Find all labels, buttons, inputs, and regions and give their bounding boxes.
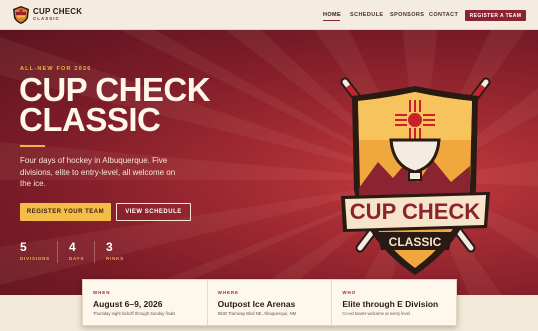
stat-number: 4: [69, 240, 76, 254]
brand-name: CUP CHECK: [33, 7, 83, 16]
info-value: Outpost Ice Arenas: [217, 299, 296, 309]
stat-divider: [57, 241, 58, 263]
event-info-card: WHEN August 6–9, 2026 Thursday night kic…: [82, 279, 457, 326]
brand-sub: CLASSIC: [33, 16, 60, 21]
hero-title: CUP CHECK CLASSIC: [19, 73, 219, 138]
info-where: WHERE Outpost Ice Arenas 9530 Tramway Bl…: [208, 280, 333, 325]
view-schedule-button[interactable]: VIEW SCHEDULE: [116, 203, 191, 221]
info-sub: Thursday night kickoff through Sunday fi…: [93, 311, 176, 316]
info-value: August 6–9, 2026: [93, 299, 163, 309]
logo-icon[interactable]: [11, 5, 31, 25]
stat-label: DAYS: [69, 256, 85, 261]
hero-title-line2: CLASSIC: [19, 101, 161, 138]
tournament-crest-logo: CUP CHECK CLASSIC: [340, 77, 491, 275]
crest-line1: CUP CHECK: [350, 199, 481, 224]
crest-line2: CLASSIC: [389, 235, 442, 249]
info-sub: Co-ed teams welcome at every level: [342, 311, 410, 316]
nav-contact[interactable]: CONTACT: [429, 12, 458, 18]
stat-divider: [94, 241, 95, 263]
hero: ALL-NEW FOR 2026 CUP CHECK CLASSIC Four …: [0, 30, 538, 295]
brand-wordmark[interactable]: CUP CHECK CLASSIC: [33, 8, 82, 22]
info-who: WHO Elite through E Division Co-ed teams…: [332, 280, 456, 325]
stat-number: 5: [20, 240, 27, 254]
nav-sponsors[interactable]: SPONSORS: [390, 12, 424, 18]
info-key: WHEN: [93, 290, 111, 295]
page: CUP CHECK CLASSIC HOME SCHEDULE SPONSORS…: [0, 0, 538, 331]
hero-description: Four days of hockey in Albuquerque. Five…: [20, 156, 176, 188]
nav-active-underline: [323, 20, 340, 21]
info-value: Elite through E Division: [342, 299, 439, 309]
stat-number: 3: [106, 240, 113, 254]
stat-divisions: 5 DIVISIONS: [20, 241, 50, 261]
site-header: CUP CHECK CLASSIC HOME SCHEDULE SPONSORS…: [0, 0, 538, 30]
hero-accent-rule: [20, 145, 45, 147]
stat-label: DIVISIONS: [20, 256, 50, 261]
info-sub: 9530 Tramway Blvd NE, Albuquerque, NM: [217, 311, 297, 316]
stat-days: 4 DAYS: [69, 241, 84, 261]
nav-schedule[interactable]: SCHEDULE: [350, 12, 383, 18]
info-key: WHERE: [217, 290, 239, 295]
stat-rinks: 3 RINKS: [106, 241, 124, 261]
info-key: WHO: [342, 290, 357, 295]
stat-label: RINKS: [106, 256, 125, 261]
info-when: WHEN August 6–9, 2026 Thursday night kic…: [83, 280, 208, 325]
register-team-button[interactable]: REGISTER A TEAM: [465, 10, 526, 21]
nav-home[interactable]: HOME: [323, 12, 341, 18]
register-your-team-button[interactable]: REGISTER YOUR TEAM: [20, 203, 111, 221]
